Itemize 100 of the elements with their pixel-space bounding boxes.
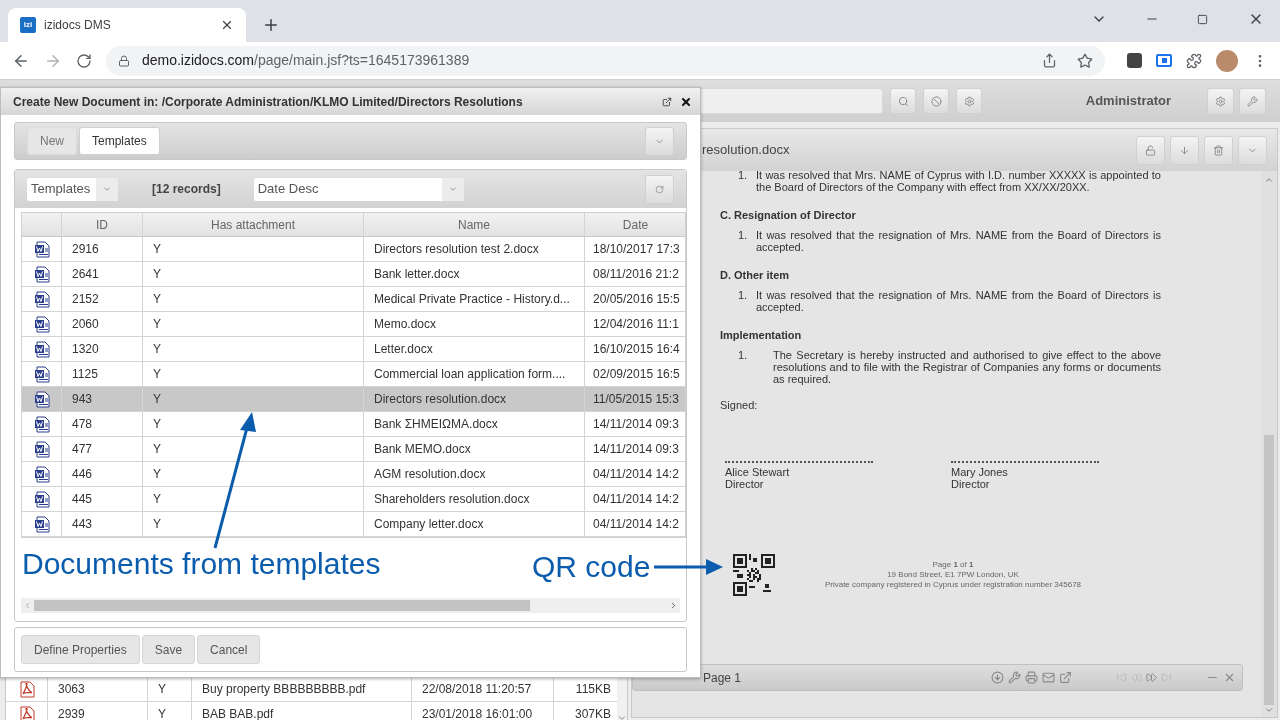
more-button[interactable] (1238, 135, 1267, 165)
filter-select[interactable]: Templates (27, 177, 118, 201)
table-row[interactable]: 1320 Y Letter.docx 16/10/2015 16:4 (22, 337, 685, 362)
first-page-icon[interactable] (1116, 672, 1127, 683)
footer-text: 19 Bond Street, E1 7PW London, UK (887, 570, 1019, 580)
new-tab-icon[interactable] (262, 16, 280, 34)
table-cell: 445 (62, 487, 143, 511)
list-number: 1. (737, 169, 749, 183)
open-external-icon[interactable] (1059, 671, 1072, 684)
reload-icon[interactable] (75, 52, 92, 69)
tools-icon[interactable] (1008, 671, 1021, 684)
table-cell: Directors resolution.docx (364, 387, 585, 411)
tab-title: izidocs DMS (44, 17, 112, 34)
table-cell: Bank letter.docx (364, 262, 585, 286)
document-heading: D. Other item (720, 269, 791, 281)
table-cell: Y (143, 262, 364, 286)
list-number: 1. (737, 289, 749, 303)
table-cell-text: 11/05/2015 15:3 (592, 391, 680, 408)
caret-icon (102, 184, 112, 194)
maximize-icon[interactable] (1197, 13, 1208, 25)
scroll-right-icon[interactable] (669, 601, 678, 610)
document-heading: C. Resignation of Director (720, 209, 857, 221)
document-title: resolution.docx (702, 141, 790, 160)
scroll-up-icon[interactable] (1264, 175, 1274, 185)
table-cell-text: 12/04/2016 11:1 (592, 316, 680, 333)
dropdown-button[interactable] (645, 126, 674, 156)
horizontal-scrollbar[interactable] (21, 598, 680, 613)
extension-icon[interactable] (1127, 53, 1142, 68)
table-row[interactable]: 2060 Y Memo.docx 12/04/2016 11:1 (22, 312, 685, 337)
print-icon[interactable] (1025, 671, 1038, 684)
settings-button[interactable] (1207, 87, 1234, 115)
profile-avatar[interactable] (1216, 49, 1238, 72)
table-cell-text: 04/11/2014 14:2 (592, 516, 680, 533)
word-document-icon (33, 265, 50, 283)
scroll-down-icon[interactable] (1264, 705, 1274, 715)
extension-icon[interactable] (1156, 54, 1172, 67)
close-tab-icon[interactable] (220, 18, 234, 32)
table-cell: 446 (62, 462, 143, 486)
scroll-left-icon[interactable] (23, 601, 32, 610)
dialog-button[interactable]: Save (141, 635, 196, 664)
delete-button[interactable] (1204, 135, 1233, 165)
table-row[interactable]: 1125 Y Commercial loan application form.... 02/09/2015 16:5 (22, 362, 685, 387)
bookmark-icon[interactable] (1077, 52, 1093, 69)
close-icon[interactable] (680, 95, 692, 108)
clear-button[interactable] (923, 88, 949, 114)
settings-button[interactable] (956, 88, 982, 114)
previous-page-icon[interactable] (1131, 672, 1142, 683)
table-row[interactable]: 943 Y Directors resolution.docx 11/05/2015 15:3 (22, 387, 685, 412)
document-paragraph: The Secretary is hereby instructed and authorised to give effect to the above resolutions and to file with the Registrar of Companies any forms or documents as required. (773, 349, 1161, 385)
vertical-scrollbar[interactable] (1261, 171, 1277, 717)
word-document-icon (33, 365, 50, 383)
table-row[interactable]: 446 Y AGM resolution.docx 04/11/2014 14:2 (22, 462, 685, 487)
word-document-icon (33, 465, 50, 483)
table-cell: 1125 (62, 362, 143, 386)
extensions-icon[interactable] (1186, 52, 1202, 69)
address-bar[interactable]: demo.izidocs.com/page/main.jsf?ts=1645173961389 (105, 45, 1105, 76)
refresh-icon (655, 184, 664, 194)
table-cell-text: 02/09/2015 16:5 (592, 366, 681, 383)
sort-select[interactable]: Date Desc (253, 177, 464, 201)
table-row[interactable]: 443 Y Company letter.docx 04/11/2014 14:2 (22, 512, 685, 537)
last-page-icon[interactable] (1161, 672, 1172, 683)
download-button[interactable] (1170, 135, 1199, 165)
table-cell: Letter.docx (364, 337, 585, 361)
next-page-icon[interactable] (1146, 672, 1157, 683)
mail-icon[interactable] (1042, 671, 1055, 684)
column-header[interactable]: Name (364, 213, 585, 236)
download-icon[interactable] (991, 671, 1004, 684)
cancel-icon (930, 95, 942, 107)
table-cell: Y (143, 387, 364, 411)
scroll-down-icon[interactable] (617, 713, 627, 720)
dialog-title: Create New Document in: /Corporate Administration/KLMO Limited/Directors Resolutions (13, 93, 524, 111)
table-cell-text: 04/11/2014 14:2 (592, 491, 680, 508)
annotation-label: Documents from templates (22, 546, 381, 582)
table-row[interactable]: 2641 Y Bank letter.docx 08/11/2016 21:2 (22, 262, 685, 287)
table-row[interactable]: 2916 Y Directors resolution test 2.docx 18/10/2017 17:3 (22, 237, 685, 262)
table-cell-text: 14/11/2014 09:3 (592, 441, 680, 458)
table-row[interactable]: 477 Y Bank MEMO.docx 14/11/2014 09:3 (22, 437, 685, 462)
column-header[interactable]: Date (585, 213, 685, 236)
browser-tab[interactable]: izi izidocs DMS (8, 8, 246, 42)
tab[interactable]: Templates (79, 127, 160, 155)
pop-out-icon[interactable] (662, 96, 672, 107)
search-button[interactable] (890, 88, 916, 114)
column-header[interactable]: ID (62, 213, 143, 236)
dialog-button[interactable]: Cancel (197, 635, 261, 664)
tools-button[interactable] (1239, 87, 1266, 115)
dialog-button[interactable]: Define Properties (21, 635, 140, 664)
unlock-button[interactable] (1136, 135, 1165, 165)
table-cell: Bank ΣΗΜΕΙΩΜΑ.docx (364, 412, 585, 436)
table-row[interactable]: 2152 Y Medical Private Practice - History.d... 20/05/2016 15:5 (22, 287, 685, 312)
table-row[interactable]: 445 Y Shareholders resolution.docx 04/11/2014 14:2 (22, 487, 685, 512)
footer-text: Private company registered in Cyprus under registration number 345678 (824, 580, 1082, 590)
share-icon[interactable] (1042, 53, 1057, 68)
table-row[interactable]: 478 Y Bank ΣΗΜΕΙΩΜΑ.docx 14/11/2014 09:3 (22, 412, 685, 437)
column-header[interactable]: Has attachment (143, 213, 364, 236)
annotation-label: QR code (532, 549, 651, 585)
tab[interactable]: New (27, 127, 77, 155)
signatory-name: Mary Jones (951, 466, 1009, 478)
refresh-button[interactable] (645, 174, 674, 204)
table-cell: Y (143, 312, 364, 336)
document-paragraph: It was resolved that the resignation of Mrs. NAME from the Board of Directors is accepted. (756, 229, 1161, 253)
